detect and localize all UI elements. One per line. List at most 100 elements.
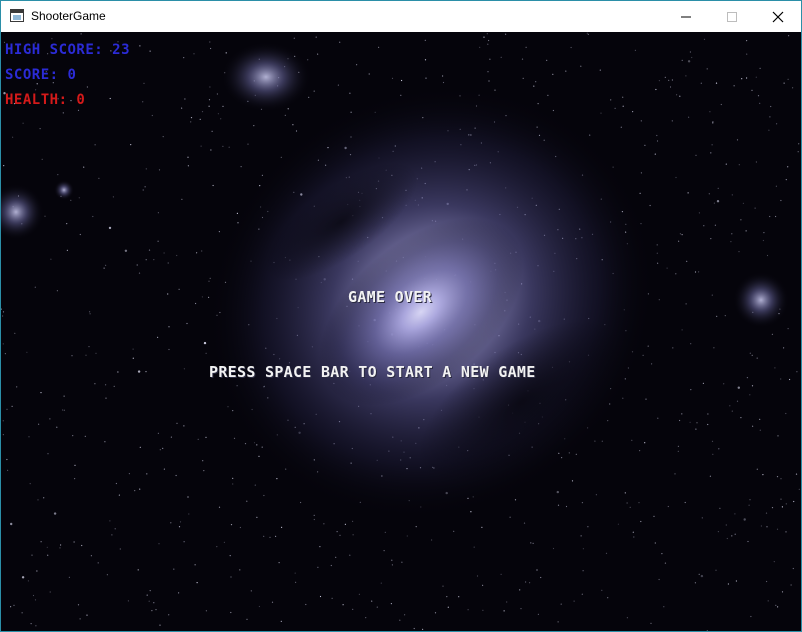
star bbox=[565, 70, 567, 72]
star bbox=[187, 165, 189, 167]
game-canvas[interactable]: HIGH SCORE: 23 SCORE: 0 HEALTH: 0 GAME O… bbox=[1, 32, 801, 631]
star bbox=[644, 144, 646, 146]
star bbox=[313, 518, 315, 521]
star bbox=[295, 581, 297, 583]
star bbox=[97, 562, 99, 564]
star bbox=[639, 192, 641, 194]
star bbox=[109, 97, 111, 100]
star bbox=[773, 561, 775, 563]
star bbox=[760, 525, 763, 527]
star bbox=[105, 384, 107, 386]
star bbox=[640, 520, 642, 523]
star bbox=[104, 441, 106, 443]
star bbox=[258, 605, 260, 608]
star bbox=[681, 329, 683, 331]
star bbox=[175, 474, 177, 477]
star bbox=[533, 85, 535, 87]
star bbox=[210, 149, 212, 151]
star bbox=[368, 73, 370, 75]
star bbox=[681, 59, 683, 61]
star bbox=[317, 53, 319, 55]
star bbox=[734, 513, 736, 515]
star bbox=[737, 386, 740, 389]
star bbox=[186, 322, 188, 325]
star bbox=[79, 618, 81, 620]
star bbox=[209, 86, 211, 88]
star bbox=[228, 146, 230, 148]
star bbox=[658, 299, 660, 301]
star bbox=[337, 84, 339, 86]
star bbox=[487, 43, 489, 45]
star bbox=[11, 405, 13, 407]
star bbox=[16, 386, 18, 388]
star bbox=[742, 202, 745, 204]
close-icon bbox=[772, 11, 784, 22]
star bbox=[223, 541, 225, 543]
star bbox=[709, 111, 711, 113]
star bbox=[313, 514, 315, 516]
star bbox=[633, 536, 635, 538]
star bbox=[731, 233, 733, 235]
star bbox=[685, 303, 687, 305]
star bbox=[580, 65, 582, 67]
star bbox=[766, 526, 768, 528]
maximize-button[interactable] bbox=[709, 1, 755, 32]
star bbox=[159, 449, 161, 451]
star bbox=[656, 252, 658, 254]
star bbox=[730, 241, 732, 243]
star bbox=[540, 576, 542, 579]
star bbox=[783, 82, 785, 84]
star bbox=[757, 95, 760, 97]
star bbox=[629, 506, 631, 508]
star bbox=[280, 620, 282, 623]
star bbox=[384, 531, 386, 533]
star bbox=[775, 215, 777, 218]
star bbox=[751, 385, 754, 387]
star bbox=[587, 33, 589, 35]
star bbox=[73, 541, 75, 543]
star bbox=[144, 186, 146, 188]
star bbox=[674, 473, 676, 475]
minimize-button[interactable] bbox=[663, 1, 709, 32]
star bbox=[163, 468, 165, 470]
close-button[interactable] bbox=[755, 1, 801, 32]
star bbox=[63, 395, 65, 397]
star bbox=[34, 286, 36, 288]
star bbox=[509, 516, 511, 518]
star bbox=[149, 590, 151, 592]
star bbox=[253, 125, 255, 127]
star bbox=[537, 613, 540, 616]
star bbox=[352, 608, 354, 611]
title-bar[interactable]: ShooterGame bbox=[1, 1, 801, 32]
star bbox=[246, 618, 248, 620]
star bbox=[35, 89, 37, 91]
star bbox=[787, 78, 789, 80]
star bbox=[743, 518, 746, 521]
star bbox=[536, 569, 538, 571]
star bbox=[632, 531, 634, 533]
star bbox=[552, 73, 554, 75]
star bbox=[256, 516, 258, 518]
star bbox=[210, 47, 212, 50]
star bbox=[269, 536, 271, 538]
star bbox=[523, 522, 526, 524]
star bbox=[205, 436, 207, 438]
star bbox=[34, 599, 37, 601]
star bbox=[453, 530, 455, 532]
star bbox=[589, 134, 591, 136]
star bbox=[792, 567, 794, 570]
star bbox=[580, 535, 582, 537]
star bbox=[148, 600, 150, 602]
star bbox=[401, 561, 403, 563]
star bbox=[535, 81, 537, 83]
star bbox=[571, 480, 574, 482]
star bbox=[162, 136, 164, 138]
star bbox=[442, 81, 445, 84]
star bbox=[119, 548, 121, 550]
star bbox=[2, 434, 4, 436]
star bbox=[37, 499, 39, 501]
star bbox=[6, 408, 8, 410]
star bbox=[276, 478, 278, 480]
star bbox=[675, 273, 677, 275]
star bbox=[752, 425, 754, 427]
